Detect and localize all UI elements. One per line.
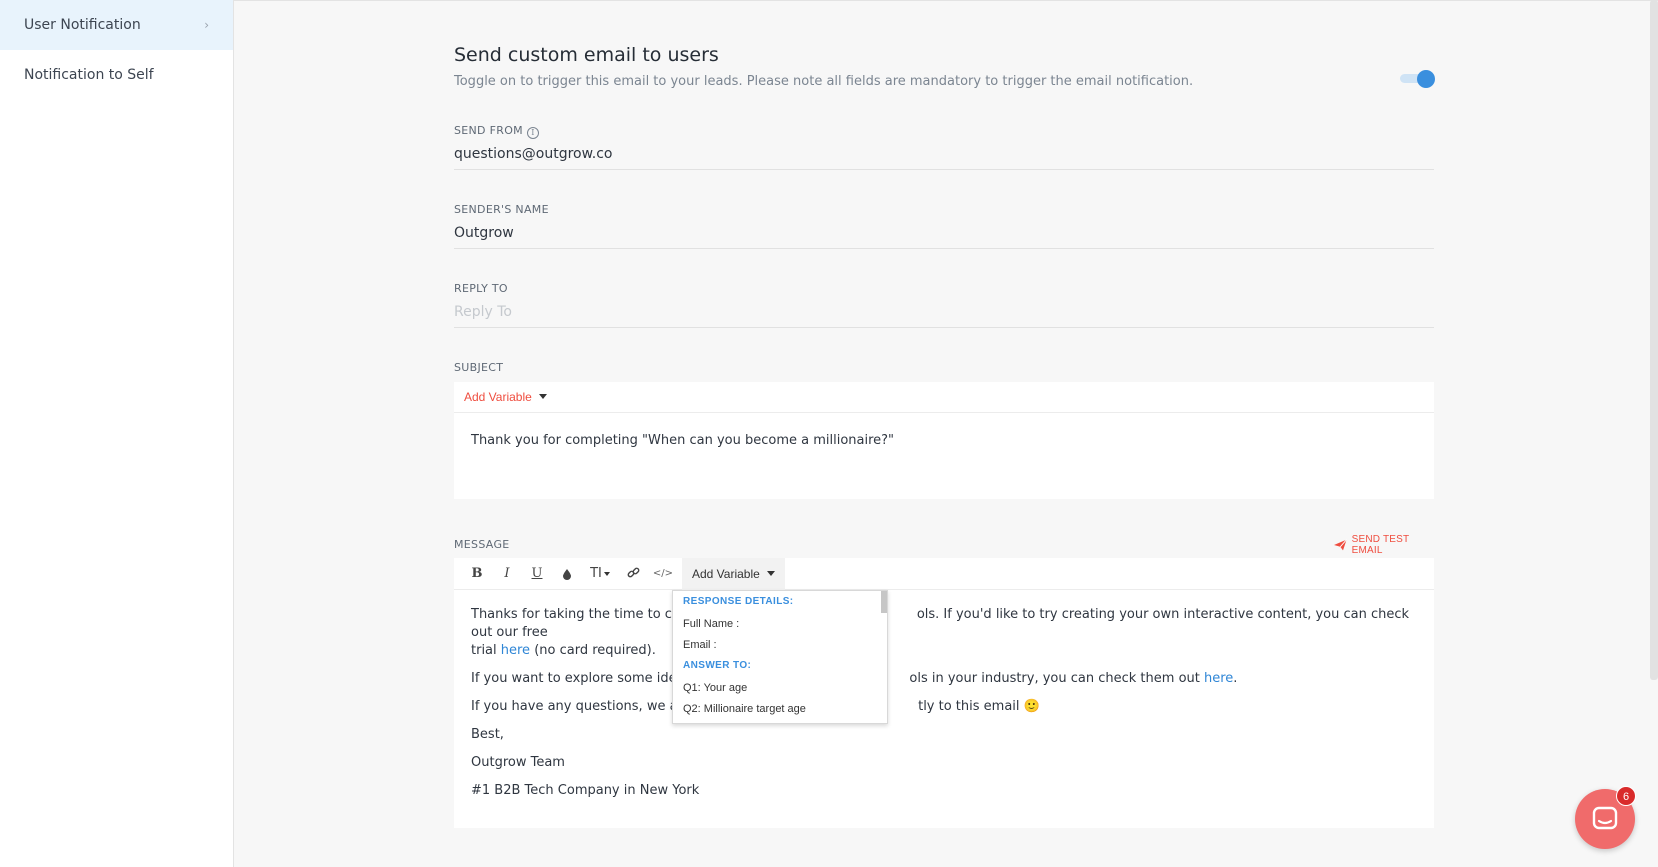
text-color-button[interactable] [552, 558, 582, 590]
page-title: Send custom email to users [454, 44, 719, 66]
paper-plane-icon [1334, 539, 1347, 551]
subject-editor: Add Variable Thank you for completing "W… [454, 382, 1434, 499]
chat-icon [1592, 806, 1618, 830]
code-button[interactable]: </> [648, 558, 678, 590]
variable-dropdown: RESPONSE DETAILS: Full Name : Email : AN… [672, 590, 888, 724]
send-from-label: SEND FROM i [454, 124, 539, 139]
subject-toolbar: Add Variable [454, 382, 1434, 413]
page-description: Toggle on to trigger this email to your … [454, 74, 1194, 89]
send-from-field[interactable]: questions@outgrow.co [454, 144, 1434, 170]
caret-down-icon [603, 571, 610, 576]
free-trial-link[interactable]: here [501, 643, 530, 658]
top-divider [234, 0, 1658, 1]
message-paragraph-3: If you have any questions, we are r tly t… [471, 699, 1040, 714]
message-toolbar: B I U TI </> Add Variable [454, 557, 1434, 590]
dropdown-scrollbar[interactable] [881, 591, 887, 613]
message-paragraph-1: Thanks for taking the time to comp ols. I… [471, 607, 1410, 658]
subject-label: SUBJECT [454, 361, 504, 374]
reply-to-label: REPLY TO [454, 282, 508, 295]
link-button[interactable] [618, 558, 648, 590]
font-size-label: TI [590, 566, 602, 581]
send-test-email-button[interactable]: SEND TEST EMAIL [1334, 534, 1434, 556]
chat-unread-badge: 6 [1616, 786, 1636, 806]
sender-name-label: SENDER'S NAME [454, 203, 549, 216]
sender-name-field[interactable]: Outgrow [454, 223, 1434, 249]
variable-option-q2[interactable]: Q2: Millionaire target age [673, 699, 887, 720]
variable-option-email[interactable]: Email : [673, 635, 887, 656]
message-label: MESSAGE [454, 538, 510, 551]
caret-down-icon [538, 394, 547, 399]
page-scrollbar[interactable] [1650, 0, 1658, 680]
underline-button[interactable]: U [522, 558, 552, 590]
tools-link[interactable]: here [1204, 671, 1233, 686]
variable-option-full-name[interactable]: Full Name : [673, 614, 887, 635]
reply-to-field[interactable]: Reply To [454, 302, 1434, 328]
message-signoff: Best, [471, 727, 504, 742]
subject-input[interactable]: Thank you for completing "When can you b… [454, 413, 1434, 468]
variable-option-q1[interactable]: Q1: Your age [673, 678, 887, 699]
sidebar-item-notification-to-self[interactable]: Notification to Self [0, 50, 233, 100]
sidebar-item-label: User Notification [24, 17, 141, 33]
add-variable-label: Add Variable [692, 566, 760, 581]
bold-button[interactable]: B [462, 558, 492, 590]
message-signature-team: Outgrow Team [471, 755, 565, 770]
message-add-variable-button[interactable]: Add Variable [682, 557, 785, 590]
caret-down-icon [766, 571, 775, 576]
subject-add-variable-button[interactable]: Add Variable [464, 390, 547, 404]
chevron-right-icon: › [204, 18, 209, 32]
message-paragraph-2: If you want to explore some ideas ols in … [471, 671, 1238, 686]
italic-button[interactable]: I [492, 558, 522, 590]
info-icon[interactable]: i [526, 127, 539, 139]
email-toggle[interactable] [1400, 70, 1435, 88]
dropdown-heading-response-details: RESPONSE DETAILS: [683, 596, 794, 607]
font-size-button[interactable]: TI [582, 558, 618, 590]
sidebar-item-user-notification[interactable]: User Notification › [0, 0, 233, 50]
sidebar: User Notification › Notification to Self [0, 0, 234, 867]
message-input[interactable]: Thanks for taking the time to comp ols. I… [454, 590, 1434, 826]
message-editor: B I U TI </> Add Variable Thanks for tak… [454, 557, 1434, 828]
send-test-email-label: SEND TEST EMAIL [1351, 534, 1410, 556]
droplet-icon [563, 568, 571, 580]
sidebar-item-label: Notification to Self [24, 67, 154, 83]
link-icon [627, 567, 639, 578]
toggle-knob [1417, 70, 1435, 88]
message-signature-tagline: #1 B2B Tech Company in New York [471, 783, 700, 798]
dropdown-heading-answer-to: ANSWER TO: [683, 660, 752, 671]
